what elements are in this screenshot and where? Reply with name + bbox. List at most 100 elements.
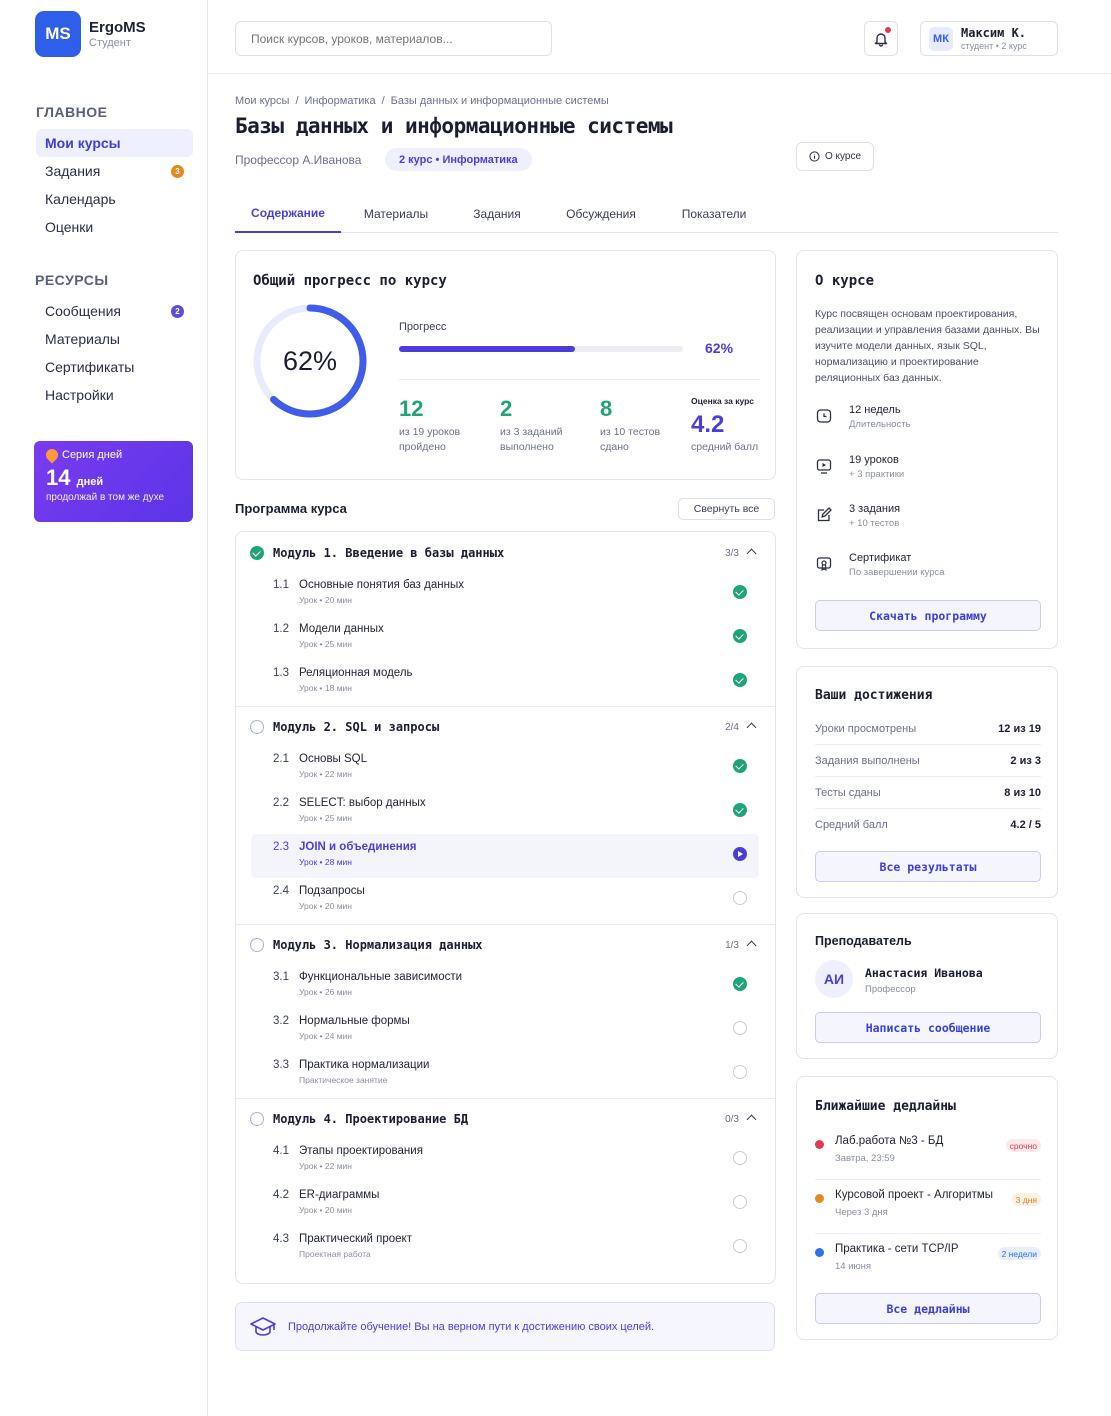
about-description: Курс посвящен основам проектирования, ре… — [815, 308, 1040, 384]
lesson-row[interactable]: 3.3 Практика нормализации Практическое з… — [251, 1052, 759, 1096]
sidebar-item-messages[interactable]: Сообщения 2 — [36, 297, 193, 325]
deadline-title: Лаб.работа №3 - БД — [835, 1135, 944, 1147]
send-message-button[interactable]: Написать сообщение — [815, 1012, 1041, 1043]
achievement-row: Тесты сданы 8 из 10 — [815, 777, 1041, 809]
lesson-number: 3.1 — [273, 971, 289, 983]
user-subtitle: студент • 2 курс — [961, 41, 1027, 51]
sidebar-item-settings[interactable]: Настройки — [36, 381, 193, 409]
module-pending-icon — [250, 1112, 264, 1126]
lesson-meta: Урок • 25 мин — [299, 813, 352, 823]
lesson-row[interactable]: 1.3 Реляционная модель Урок • 18 мин — [251, 660, 759, 704]
achievement-label: Средний балл — [815, 819, 888, 831]
sidebar-item-my-courses[interactable]: Мои курсы — [36, 129, 193, 157]
teacher-role: Профессор — [865, 984, 916, 995]
sidebar-item-materials[interactable]: Материалы — [36, 325, 193, 353]
chevron-up-icon[interactable] — [746, 940, 757, 951]
streak-card: Серия дней 14 дней продолжай в том же ду… — [34, 441, 193, 522]
app-logo[interactable]: MS ErgoMS Студент — [35, 11, 146, 57]
lesson-row[interactable]: 4.1 Этапы проектирования Урок • 22 мин — [251, 1138, 759, 1182]
info-sub: Длительность — [849, 419, 911, 430]
empty-circle-icon — [733, 1021, 747, 1035]
stat-label: из 19 уроков — [399, 426, 461, 438]
deadline-date: Через 3 дня — [835, 1207, 888, 1218]
lesson-number: 1.3 — [273, 667, 289, 679]
chevron-up-icon[interactable] — [746, 722, 757, 733]
achievement-value: 4.2 / 5 — [1010, 819, 1041, 831]
module-header[interactable]: Модуль 4. Проектирование БД 0/3 — [236, 1098, 775, 1140]
empty-circle-icon — [733, 1239, 747, 1253]
stat-value: 12 — [399, 396, 424, 421]
module-pending-icon — [250, 720, 264, 734]
lesson-number: 2.1 — [273, 753, 289, 765]
lesson-title: Функциональные зависимости — [299, 971, 463, 983]
sidebar-section-main: ГЛАВНОЕ — [36, 104, 108, 120]
app-role: Студент — [89, 37, 131, 49]
search-input[interactable] — [235, 21, 552, 56]
lesson-row[interactable]: 2.2 SELECT: выбор данных Урок • 25 мин — [251, 790, 759, 834]
breadcrumb-item[interactable]: Информатика — [305, 95, 376, 107]
tab-discussions[interactable]: Обсуждения — [553, 195, 649, 233]
tab-content[interactable]: Содержание — [235, 195, 341, 233]
progress-bar-value: 62% — [705, 340, 734, 356]
tab-metrics[interactable]: Показатели — [668, 195, 760, 233]
chevron-up-icon[interactable] — [746, 1114, 757, 1125]
user-menu[interactable]: МК Максим К. студент • 2 курс — [920, 21, 1058, 56]
breadcrumb-item[interactable]: Мои курсы — [235, 95, 289, 107]
lesson-title: SELECT: выбор данных — [299, 797, 426, 809]
lesson-title: Основы SQL — [299, 753, 368, 765]
lesson-row[interactable]: 3.2 Нормальные формы Урок • 24 мин — [251, 1008, 759, 1052]
lesson-row[interactable]: 1.2 Модели данных Урок • 25 мин — [251, 616, 759, 660]
check-circle-icon — [733, 759, 747, 773]
lesson-row[interactable]: 1.1 Основные понятия баз данных Урок • 2… — [251, 572, 759, 616]
lesson-title: Основные понятия баз данных — [299, 579, 464, 591]
module-title: Модуль 1. Введение в базы данных — [273, 546, 505, 560]
lesson-title: Этапы проектирования — [299, 1145, 423, 1157]
notifications-button[interactable] — [864, 21, 898, 56]
banner-text: Продолжайте обучение! Вы на верном пути … — [288, 1320, 655, 1333]
achievement-label: Тесты сданы — [815, 786, 881, 799]
progress-bar-fill — [399, 346, 576, 352]
sidebar-item-grades[interactable]: Оценки — [36, 213, 193, 241]
lesson-title: Практический проект — [299, 1233, 412, 1245]
check-circle-icon — [733, 803, 747, 817]
lesson-row[interactable]: 4.3 Практический проект Проектная работа — [251, 1226, 759, 1270]
module-title: Модуль 2. SQL и запросы — [273, 720, 440, 734]
lesson-row[interactable]: 3.1 Функциональные зависимости Урок • 26… — [251, 964, 759, 1008]
lesson-row[interactable]: 2.3 JOIN и объединения Урок • 28 мин — [251, 834, 759, 878]
lesson-meta: Урок • 22 мин — [299, 769, 352, 779]
sidebar-item-label: Сообщения — [45, 303, 121, 319]
deadline-date: Завтра, 23:59 — [835, 1153, 895, 1164]
user-name: Максим К. — [961, 26, 1027, 40]
chevron-up-icon[interactable] — [746, 548, 757, 559]
lesson-row[interactable]: 2.1 Основы SQL Урок • 22 мин — [251, 746, 759, 790]
messages-count-badge: 2 — [171, 305, 184, 318]
info-lessons: 19 уроков + 3 практики — [815, 454, 904, 480]
about-course-button[interactable]: О курсе — [796, 142, 874, 171]
module-header[interactable]: Модуль 3. Нормализация данных 1/3 — [236, 924, 775, 966]
empty-circle-icon — [733, 1151, 747, 1165]
collapse-all-button[interactable]: Свернуть все — [678, 498, 775, 520]
stat-value: 2 — [500, 396, 513, 421]
flame-icon — [43, 446, 61, 464]
module-header[interactable]: Модуль 1. Введение в базы данных 3/3 — [236, 532, 775, 574]
all-results-button[interactable]: Все результаты — [815, 851, 1041, 882]
module-header[interactable]: Модуль 2. SQL и запросы 2/4 — [236, 706, 775, 748]
module-complete-icon — [250, 546, 264, 560]
tab-assignments[interactable]: Задания — [460, 195, 534, 233]
sidebar-item-assignments[interactable]: Задания 3 — [36, 157, 193, 185]
tab-materials[interactable]: Материалы — [350, 195, 442, 233]
sidebar-item-certificates[interactable]: Сертификаты — [36, 353, 193, 381]
certificate-icon — [816, 557, 832, 571]
module-count: 3/3 — [725, 547, 739, 559]
download-program-button[interactable]: Скачать программу — [815, 600, 1041, 631]
achievement-row: Средний балл 4.2 / 5 — [815, 809, 1041, 841]
lesson-row[interactable]: 4.2 ER-диаграммы Урок • 20 мин — [251, 1182, 759, 1226]
edit-icon — [817, 507, 832, 522]
all-deadlines-button[interactable]: Все дедлайны — [815, 1293, 1041, 1324]
lesson-title: ER-диаграммы — [299, 1189, 380, 1201]
info-title: Сертификат — [849, 552, 912, 564]
lesson-meta: Проектная работа — [299, 1249, 371, 1259]
status-dot — [815, 1248, 824, 1257]
lesson-row[interactable]: 2.4 Подзапросы Урок • 20 мин — [251, 878, 759, 922]
sidebar-item-calendar[interactable]: Календарь — [36, 185, 193, 213]
